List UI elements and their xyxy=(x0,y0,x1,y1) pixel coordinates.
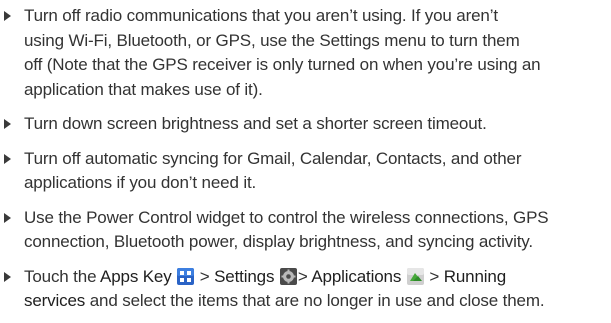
running-services-label-2: services xyxy=(24,291,86,310)
separator: > xyxy=(429,266,440,286)
bullet-icon xyxy=(4,153,11,164)
apps-key-label: Apps Key xyxy=(100,266,172,286)
running-services-label-1: Running xyxy=(443,266,507,286)
tip-item-syncing: Turn off automatic syncing for Gmail, Ca… xyxy=(0,147,611,196)
settings-label: Settings xyxy=(214,266,275,286)
tip-line: using Wi-Fi, Bluetooth, or GPS, use the … xyxy=(24,30,520,50)
tip-line: services and select the items that are n… xyxy=(24,289,611,314)
bullet-icon xyxy=(4,119,11,129)
tip-item-power-control: Use the Power Control widget to control … xyxy=(0,206,611,255)
tip-line: Turn off radio communications that you a… xyxy=(24,6,498,25)
tip-line: applications if you don’t need it. xyxy=(24,173,257,192)
tip-item-running-services: Touch the Apps Key > Settings > Applicat… xyxy=(0,265,611,314)
tip-line: Turn down screen brightness and set a sh… xyxy=(24,114,487,133)
tip-line: application that makes use of it). xyxy=(24,79,263,99)
tip-line: Use the Power Control widget to control … xyxy=(24,207,549,227)
tip-item-brightness: Turn down screen brightness and set a sh… xyxy=(0,112,611,137)
tip-item-radios: Turn off radio communications that you a… xyxy=(0,4,611,102)
separator: > xyxy=(297,266,308,286)
apps-grid-icon xyxy=(177,267,195,285)
bullet-icon xyxy=(4,271,11,282)
bullet-icon xyxy=(4,212,11,223)
tip-rest-text: and select the items that are no longer … xyxy=(89,291,545,310)
settings-gear-icon xyxy=(279,267,297,285)
separator: > xyxy=(199,266,210,286)
applications-icon xyxy=(406,267,424,285)
applications-label: Applications xyxy=(311,266,402,286)
battery-tips-list: Turn off radio communications that you a… xyxy=(0,4,611,314)
tip-line: Touch the Apps Key > Settings > Applicat… xyxy=(24,265,611,290)
tip-line: Turn off automatic syncing for Gmail, Ca… xyxy=(24,148,522,168)
bullet-icon xyxy=(4,11,11,21)
tip-line: off (Note that the GPS receiver is only … xyxy=(24,55,541,74)
touch-text: Touch the xyxy=(24,266,97,286)
tip-line: connection, Bluetooth power, display bri… xyxy=(24,232,533,251)
